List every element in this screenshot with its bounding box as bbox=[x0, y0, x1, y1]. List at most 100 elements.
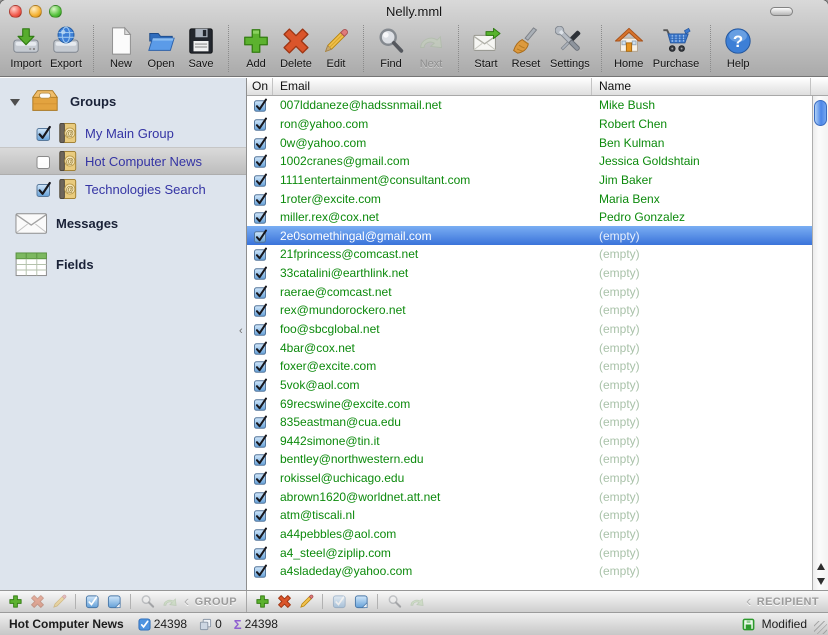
find-button[interactable]: Find bbox=[371, 23, 411, 71]
table-row[interactable]: raerae@comcast.net(empty) bbox=[247, 282, 812, 301]
row-checkbox[interactable] bbox=[254, 247, 267, 261]
table-row[interactable]: 5vok@aol.com(empty) bbox=[247, 376, 812, 395]
splitter-collapse-handle[interactable]: ‹ bbox=[239, 326, 243, 336]
row-checkbox[interactable] bbox=[254, 98, 267, 112]
row-checkbox[interactable] bbox=[254, 359, 267, 373]
row-checkbox[interactable] bbox=[254, 117, 267, 131]
row-checkbox[interactable] bbox=[254, 527, 267, 541]
start-button[interactable]: Start bbox=[466, 23, 506, 71]
table-row[interactable]: 9442simone@tin.it(empty) bbox=[247, 432, 812, 451]
new-button[interactable]: New bbox=[101, 23, 141, 71]
row-checkbox[interactable] bbox=[254, 229, 267, 243]
row-checkbox[interactable] bbox=[254, 397, 267, 411]
row-checkbox[interactable] bbox=[254, 210, 267, 224]
table-row[interactable]: 007lddaneze@hadssnmail.netMike Bush bbox=[247, 96, 812, 115]
table-row[interactable]: atm@tiscali.nl(empty) bbox=[247, 506, 812, 525]
next-button[interactable]: Next bbox=[411, 23, 451, 71]
titlebar[interactable]: Nelly.mml bbox=[0, 0, 828, 22]
sidebar-item-messages[interactable]: Messages bbox=[0, 203, 246, 244]
sidebar-groups-header[interactable]: Groups bbox=[0, 78, 246, 119]
row-checkbox[interactable] bbox=[254, 303, 267, 317]
scroll-up-button[interactable] bbox=[813, 559, 828, 574]
uncheck-all-button[interactable] bbox=[104, 593, 124, 610]
row-checkbox[interactable] bbox=[254, 471, 267, 485]
close-button[interactable] bbox=[9, 5, 22, 18]
row-checkbox[interactable] bbox=[254, 341, 267, 355]
table-row[interactable]: 4bar@cox.net(empty) bbox=[247, 338, 812, 357]
table-row[interactable]: 21fprincess@comcast.net(empty) bbox=[247, 245, 812, 264]
import-button[interactable]: Import bbox=[6, 23, 46, 71]
add-small-button[interactable] bbox=[252, 593, 272, 610]
row-checkbox[interactable] bbox=[254, 322, 267, 336]
export-button[interactable]: Export bbox=[46, 23, 86, 71]
table-row[interactable]: a4_steel@ziplip.com(empty) bbox=[247, 543, 812, 562]
reset-button[interactable]: Reset bbox=[506, 23, 546, 71]
help-button[interactable]: ?Help bbox=[718, 23, 758, 71]
scrollbar-thumb[interactable] bbox=[814, 100, 827, 126]
row-checkbox[interactable] bbox=[254, 452, 267, 466]
table-row[interactable]: 1111entertainment@consultant.comJim Bake… bbox=[247, 171, 812, 190]
row-checkbox[interactable] bbox=[254, 192, 267, 206]
add-small-button[interactable] bbox=[5, 593, 25, 610]
toolbar-toggle-pill[interactable] bbox=[770, 7, 793, 16]
save-button[interactable]: Save bbox=[181, 23, 221, 71]
vertical-scrollbar[interactable] bbox=[812, 96, 828, 590]
table-row[interactable]: foxer@excite.com(empty) bbox=[247, 357, 812, 376]
uncheck-all-button[interactable] bbox=[351, 593, 371, 610]
row-checkbox[interactable] bbox=[254, 546, 267, 560]
row-checkbox[interactable] bbox=[254, 415, 267, 429]
table-row[interactable]: rex@mundorockero.net(empty) bbox=[247, 301, 812, 320]
sidebar-item-my-main-group[interactable]: @My Main Group bbox=[0, 119, 246, 147]
sidebar-item-hot-computer-news[interactable]: @Hot Computer News bbox=[0, 147, 246, 175]
table-row[interactable]: 835eastman@cua.edu(empty) bbox=[247, 413, 812, 432]
row-checkbox[interactable] bbox=[254, 154, 267, 168]
redo-small-button[interactable] bbox=[406, 593, 426, 610]
table-row[interactable]: 2e0somethingal@gmail.com(empty) bbox=[247, 226, 812, 245]
table-row[interactable]: ron@yahoo.comRobert Chen bbox=[247, 115, 812, 134]
edit-small-button[interactable] bbox=[49, 593, 69, 610]
row-checkbox[interactable] bbox=[254, 508, 267, 522]
edit-small-button[interactable] bbox=[296, 593, 316, 610]
table-row[interactable]: 1002cranes@gmail.comJessica Goldshtain bbox=[247, 152, 812, 171]
row-checkbox[interactable] bbox=[254, 378, 267, 392]
sidebar-item-technologies-search[interactable]: @Technologies Search bbox=[0, 175, 246, 203]
table-row[interactable]: 1roter@excite.comMaria Benx bbox=[247, 189, 812, 208]
table-row[interactable]: bentley@northwestern.edu(empty) bbox=[247, 450, 812, 469]
row-checkbox[interactable] bbox=[254, 285, 267, 299]
table-row[interactable]: 69recswine@excite.com(empty) bbox=[247, 394, 812, 413]
settings-button[interactable]: Settings bbox=[546, 23, 594, 71]
group-checked-checkbox[interactable] bbox=[36, 125, 51, 141]
find-small-button[interactable] bbox=[384, 593, 404, 610]
edit-button[interactable]: Edit bbox=[316, 23, 356, 71]
row-checkbox[interactable] bbox=[254, 173, 267, 187]
table-row[interactable]: a44pebbles@aol.com(empty) bbox=[247, 525, 812, 544]
group-checked-checkbox[interactable] bbox=[36, 181, 51, 197]
table-row[interactable]: 33catalini@earthlink.net(empty) bbox=[247, 264, 812, 283]
check-all-button[interactable] bbox=[82, 593, 102, 610]
delete-small-button[interactable] bbox=[274, 593, 294, 610]
sidebar-item-fields[interactable]: Fields bbox=[0, 244, 246, 285]
table-row[interactable]: a4sladeday@yahoo.com(empty) bbox=[247, 562, 812, 581]
row-checkbox[interactable] bbox=[254, 434, 267, 448]
add-button[interactable]: Add bbox=[236, 23, 276, 71]
column-header-on[interactable]: On bbox=[247, 78, 273, 95]
row-checkbox[interactable] bbox=[254, 136, 267, 150]
check-all-button[interactable] bbox=[329, 593, 349, 610]
find-small-button[interactable] bbox=[137, 593, 157, 610]
purchase-button[interactable]: Purchase bbox=[649, 23, 703, 71]
row-checkbox[interactable] bbox=[254, 564, 267, 578]
column-header-name[interactable]: Name bbox=[592, 78, 811, 95]
minimize-button[interactable] bbox=[29, 5, 42, 18]
column-header-email[interactable]: Email bbox=[273, 78, 592, 95]
delete-small-button[interactable] bbox=[27, 593, 47, 610]
table-row[interactable]: 0w@yahoo.comBen Kulman bbox=[247, 133, 812, 152]
resize-grip[interactable] bbox=[814, 621, 827, 634]
table-row[interactable]: rokissel@uchicago.edu(empty) bbox=[247, 469, 812, 488]
redo-small-button[interactable] bbox=[159, 593, 179, 610]
scroll-down-button[interactable] bbox=[813, 574, 828, 589]
home-button[interactable]: Home bbox=[609, 23, 649, 71]
disclosure-triangle-icon[interactable] bbox=[10, 99, 20, 106]
row-checkbox[interactable] bbox=[254, 490, 267, 504]
group-unchecked-checkbox[interactable] bbox=[36, 153, 51, 169]
delete-button[interactable]: Delete bbox=[276, 23, 316, 71]
